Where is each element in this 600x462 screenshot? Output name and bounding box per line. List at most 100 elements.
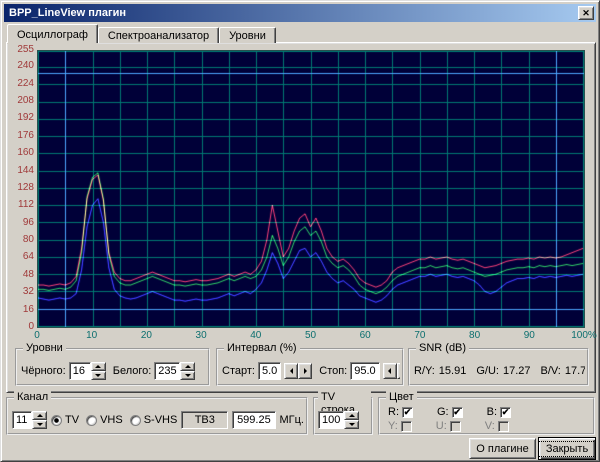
levels-group-title: Уровни (23, 342, 66, 355)
white-level-value[interactable]: 235 (154, 362, 180, 380)
spin-up-button[interactable] (91, 362, 106, 371)
y-tick-label: 48 (9, 270, 34, 280)
channel-value[interactable]: 11 (12, 411, 32, 429)
tab-levels[interactable]: Уровни (219, 27, 276, 43)
checkbox-g[interactable]: G:✔ (437, 406, 463, 418)
channel-stepper[interactable]: 11 (12, 411, 47, 429)
checkbox-y[interactable]: Y: (388, 420, 412, 432)
arrow-down-icon (37, 423, 43, 426)
checkbox-checked-icon[interactable]: ✔ (402, 407, 413, 418)
black-level-stepper[interactable]: 16 (69, 362, 106, 380)
about-plugin-button[interactable]: О плагине (469, 438, 536, 459)
snr-bv-label: B/V: (540, 365, 560, 377)
y-tick-label: 176 (9, 131, 34, 141)
about-plugin-button-label: О плагине (476, 443, 528, 455)
x-axis-labels: 0102030405060708090100% (37, 330, 585, 343)
frequency-field[interactable]: 599.25 (232, 411, 275, 429)
checkbox-unchecked-icon[interactable] (498, 421, 509, 432)
tv-line-value[interactable]: 100 (318, 411, 344, 429)
x-tick-label: 20 (141, 330, 152, 341)
tab-oscilloscope[interactable]: Осциллограф (7, 24, 98, 43)
levels-groupbox: Уровни Чёрного: 16 Белого: 235 (15, 348, 210, 386)
scroll-left-button[interactable] (383, 363, 397, 379)
color-groupbox: Цвет R:✔G:✔B:✔ Y:U:V: (378, 397, 595, 435)
arrow-down-icon (95, 374, 101, 377)
checkbox-label: R: (388, 406, 399, 418)
spin-down-button[interactable] (180, 371, 195, 380)
spin-down-button[interactable] (344, 420, 359, 429)
spin-up-button[interactable] (180, 362, 195, 371)
x-tick-label: 70 (414, 330, 425, 341)
dialog-window: BPP_LineView плагин ✕ Осциллограф Спектр… (0, 0, 600, 462)
checkbox-unchecked-icon[interactable] (401, 421, 412, 432)
y-tick-label: 112 (9, 200, 34, 210)
radio-tv[interactable]: TV (51, 414, 79, 426)
checkbox-checked-icon[interactable]: ✔ (452, 407, 463, 418)
scroll-left-button[interactable] (284, 363, 298, 379)
y-tick-label: 16 (9, 305, 34, 315)
checkbox-checked-icon[interactable]: ✔ (500, 407, 511, 418)
start-value-field[interactable]: 5.0 (258, 362, 281, 380)
snr-ry-value: 15.91 (439, 365, 467, 377)
checkbox-label: Y: (388, 420, 398, 432)
radio-circle-icon[interactable] (86, 415, 97, 426)
spin-down-button[interactable] (91, 371, 106, 380)
checkbox-unchecked-icon[interactable] (450, 421, 461, 432)
spin-up-button[interactable] (32, 411, 47, 420)
checkbox-v[interactable]: V: (485, 420, 509, 432)
x-tick-label: 90 (524, 330, 535, 341)
scroll-right-button[interactable] (298, 363, 312, 379)
checkbox-label: B: (487, 406, 497, 418)
source-radio-group: TV VHS S-VHS (51, 414, 177, 426)
y-tick-label: 224 (9, 79, 34, 89)
close-button[interactable]: Закрыть (538, 437, 596, 460)
radio-vhs[interactable]: VHS (86, 414, 123, 426)
x-tick-label: 40 (250, 330, 261, 341)
checkbox-b[interactable]: B:✔ (487, 406, 511, 418)
color-checkbox-row-yuv: Y: U: V: (388, 420, 509, 432)
radio-svhs[interactable]: S-VHS (130, 414, 178, 426)
y-tick-label: 144 (9, 166, 34, 176)
radio-label: VHS (100, 414, 123, 426)
spin-up-button[interactable] (344, 411, 359, 420)
black-level-value[interactable]: 16 (69, 362, 91, 380)
checkbox-r[interactable]: R:✔ (388, 406, 413, 418)
titlebar[interactable]: BPP_LineView плагин ✕ (4, 4, 596, 22)
radio-circle-icon[interactable] (130, 415, 141, 426)
snr-group-title: SNR (dB) (416, 342, 469, 355)
tv-line-stepper[interactable]: 100 (318, 411, 359, 429)
arrow-down-icon (349, 423, 355, 426)
x-tick-label: 0 (34, 330, 40, 341)
close-icon[interactable]: ✕ (578, 6, 594, 20)
arrow-up-icon (37, 414, 43, 417)
y-tick-label: 240 (9, 61, 34, 71)
start-scrollbar[interactable] (284, 363, 312, 379)
tv-line-groupbox: TV строка 100 (313, 397, 373, 435)
oscilloscope-plot (37, 50, 585, 328)
y-tick-label: 64 (9, 252, 34, 262)
radio-label: TV (65, 414, 79, 426)
snr-gu-label: G/U: (476, 365, 499, 377)
white-level-label: Белого: (113, 365, 152, 377)
arrow-right-icon (304, 368, 307, 374)
y-tick-label: 192 (9, 113, 34, 123)
tab-spectrum-analyzer[interactable]: Спектроанализатор (98, 27, 219, 43)
checkbox-u[interactable]: U: (436, 420, 461, 432)
channel-group-title: Канал (14, 391, 51, 404)
x-tick-label: 100% (571, 330, 597, 341)
y-tick-label: 32 (9, 287, 34, 297)
radio-circle-icon[interactable] (51, 415, 62, 426)
scroll-right-button[interactable] (397, 363, 400, 379)
channel-name-field[interactable]: ТВ3 (181, 411, 228, 429)
start-label: Старт: (222, 365, 255, 377)
spin-down-button[interactable] (32, 420, 47, 429)
radio-label: S-VHS (144, 414, 178, 426)
arrow-left-icon (388, 368, 391, 374)
white-level-stepper[interactable]: 235 (154, 362, 195, 380)
stop-value-field[interactable]: 95.0 (350, 362, 379, 380)
y-tick-label: 160 (9, 148, 34, 158)
stop-scrollbar[interactable] (383, 363, 400, 379)
interval-groupbox: Интервал (%) Старт: 5.0 Стоп: 95.0 (216, 348, 404, 386)
x-tick-label: 60 (360, 330, 371, 341)
y-tick-label: 96 (9, 218, 34, 228)
